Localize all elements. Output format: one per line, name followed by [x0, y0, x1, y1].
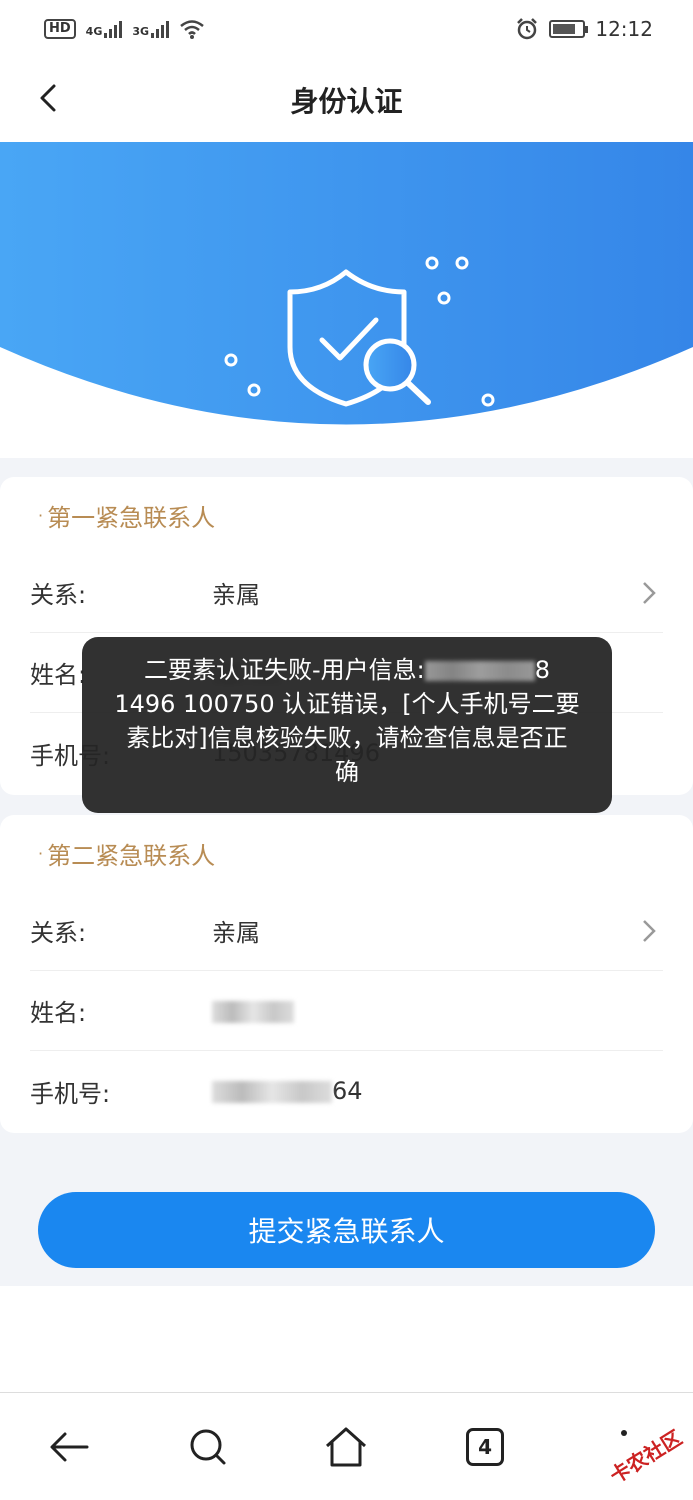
contact-2-relation-row[interactable]: 关系: 亲属: [30, 891, 663, 971]
browser-toolbar: 4 卡农社区: [0, 1392, 693, 1500]
phone-suffix: 64: [332, 1077, 363, 1105]
relation-value: 亲属: [212, 581, 260, 609]
browser-home-button[interactable]: [322, 1423, 370, 1471]
tabs-count-icon: 4: [466, 1427, 505, 1466]
browser-search-button[interactable]: [184, 1423, 232, 1471]
status-bar-left: HD 4G 3G: [44, 18, 205, 40]
status-bar: HD 4G 3G 12:12: [0, 0, 693, 58]
page-bottom-area: [0, 1286, 693, 1392]
chevron-right-icon: [643, 582, 656, 604]
contact-2-name-row[interactable]: 姓名:: [30, 971, 663, 1051]
chevron-right-icon: [643, 920, 656, 942]
relation-label: 关系:: [30, 919, 87, 947]
signal-1: 4G: [86, 20, 123, 38]
submit-contacts-button[interactable]: 提交紧急联系人: [38, 1192, 655, 1268]
phone-value-redacted: 64: [212, 1077, 663, 1105]
error-toast: 二要素认证失败-用户信息: 8 1496 100750 认证错误，[个人手机号二要…: [82, 637, 612, 813]
hero-banner: [0, 142, 693, 458]
contact-2-phone-row[interactable]: 手机号: 64: [30, 1051, 663, 1131]
network-type-1: 4G: [85, 25, 103, 38]
page-title: 身份认证: [290, 85, 403, 118]
redacted-info: [424, 661, 535, 681]
nav-bar: 身份认证: [0, 58, 693, 142]
search-icon: [190, 1429, 226, 1464]
signal-bars-1-icon: [104, 20, 123, 38]
signal-bars-2-icon: [151, 20, 170, 38]
home-icon: [326, 1427, 367, 1466]
signal-2: 3G: [132, 20, 170, 38]
relation-label: 关系:: [30, 581, 87, 609]
toast-line-4: 确: [335, 758, 359, 786]
network-type-2: 3G: [132, 25, 150, 38]
toast-line-2: 1496 100750 认证错误，[个人手机号二要: [114, 690, 580, 718]
browser-tabs-button[interactable]: 4: [461, 1423, 509, 1471]
browser-back-button[interactable]: [45, 1423, 93, 1471]
alarm-icon: [517, 18, 538, 40]
contact-1-relation-row[interactable]: 关系: 亲属: [30, 553, 663, 633]
clock: 12:12: [595, 17, 653, 41]
hd-badge: HD: [44, 19, 76, 39]
contact-1-title: · 第一紧急联系人: [38, 503, 216, 532]
battery-icon: [549, 20, 589, 38]
contact-2-title: · 第二紧急联系人: [38, 841, 216, 870]
status-bar-right: 12:12: [515, 17, 653, 41]
toast-line-3: 素比对]信息核验失败，请检查信息是否正: [126, 724, 568, 752]
back-icon[interactable]: [30, 78, 70, 118]
relation-value: 亲属: [212, 919, 260, 947]
name-label: 姓名:: [30, 999, 87, 1027]
wifi-icon: [180, 20, 204, 39]
toast-line-1: 二要素认证失败-用户信息: 8: [143, 656, 551, 684]
name-value-redacted: [212, 997, 663, 1025]
shield-check-illustration: [0, 142, 693, 425]
phone-label: 手机号:: [30, 1079, 111, 1108]
contact-card-2: · 第二紧急联系人 关系: 亲属 姓名: 手机号: 64: [0, 815, 693, 1133]
arrow-left-icon: [50, 1432, 89, 1461]
